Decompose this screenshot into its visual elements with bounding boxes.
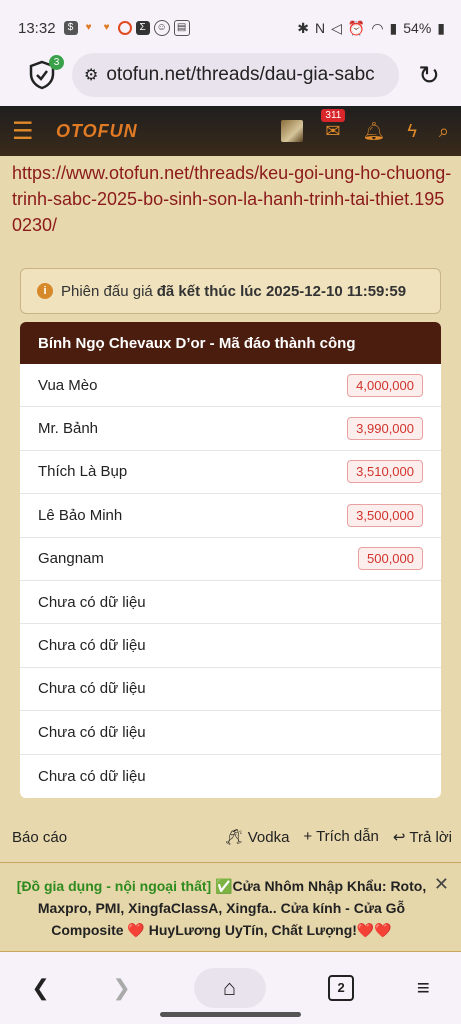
- bidder-name: Thích Là Bụp: [38, 463, 128, 481]
- bolt-icon[interactable]: ϟ: [407, 121, 417, 142]
- wifi-icon: ◠: [371, 19, 384, 36]
- table-row: Mr. Bảnh 3,990,000: [20, 407, 441, 451]
- table-row: Chưa có dữ liệu: [20, 624, 441, 668]
- quote-button[interactable]: + Trích dẫn: [303, 828, 378, 846]
- like-label: Vodka: [247, 829, 290, 846]
- url-bar[interactable]: ⚙ otofun.net/threads/dau-gia-sabc: [72, 53, 399, 97]
- back-icon[interactable]: ❮: [31, 975, 49, 1001]
- site-header: ☰ OTOFUN 311 ✉ 🔔︎ ϟ ⌕: [0, 106, 461, 156]
- reply-icon: ↩: [392, 829, 406, 846]
- table-row: Chưa có dữ liệu: [20, 711, 441, 755]
- bidder-name: Chưa có dữ liệu: [38, 723, 146, 741]
- site-logo[interactable]: OTOFUN: [56, 121, 138, 142]
- battery-icon: ▮: [437, 19, 445, 36]
- bidder-name: Chưa có dữ liệu: [38, 593, 146, 611]
- thread-link[interactable]: https://www.otofun.net/threads/keu-goi-u…: [12, 160, 452, 238]
- bidder-name: Chưa có dữ liệu: [38, 637, 146, 655]
- table-row: Chưa có dữ liệu: [20, 581, 441, 625]
- notification-badge: 311: [321, 108, 346, 122]
- nfc-icon: N: [314, 20, 326, 36]
- bidder-name: Chưa có dữ liệu: [38, 680, 146, 698]
- info-icon: i: [37, 283, 53, 299]
- reload-button[interactable]: ↻: [409, 60, 449, 91]
- signal-icon: ▮: [389, 19, 398, 36]
- site-settings-icon[interactable]: ⚙: [84, 65, 98, 85]
- gesture-bar: [160, 1012, 301, 1017]
- menu-icon[interactable]: ☰: [12, 117, 38, 146]
- inbox-icon: ✉: [325, 120, 341, 141]
- bell-icon[interactable]: 🔔︎: [363, 121, 386, 142]
- bid-amount: 3,510,000: [347, 460, 423, 484]
- bidder-name: Lê Bảo Minh: [38, 506, 123, 524]
- status-time: 13:32: [18, 19, 56, 37]
- ad-banner[interactable]: ✕ [Đồ gia dụng - nội ngoại thất] ✅Cửa Nh…: [0, 862, 461, 952]
- mute-icon: ◁: [331, 19, 342, 36]
- bid-amount: 3,500,000: [347, 503, 423, 527]
- bidder-name: Mr. Bảnh: [38, 420, 99, 438]
- shield-badge: 3: [49, 55, 64, 70]
- forward-icon[interactable]: ❯: [112, 975, 130, 1001]
- bidder-name: Gangnam: [38, 550, 104, 568]
- like-button[interactable]: 🥂︎ Vodka: [224, 828, 289, 846]
- inbox-button[interactable]: 311 ✉: [321, 108, 346, 142]
- search-icon[interactable]: ⌕: [439, 121, 449, 142]
- circle-app-icon: [117, 21, 132, 35]
- browser-toolbar: 3 ⚙ otofun.net/threads/dau-gia-sabc ↻: [0, 44, 461, 106]
- report-link[interactable]: Báo cáo: [12, 829, 67, 846]
- sigma-icon: Σ: [135, 21, 150, 35]
- menu-icon[interactable]: ≡: [417, 975, 430, 1001]
- home-icon: ⌂: [222, 975, 237, 1000]
- bidder-name: Vua Mèo: [38, 376, 98, 394]
- alarm-icon: ⏰: [347, 19, 366, 36]
- notice-end-time: đã kết thúc lúc 2025-12-10 11:59:59: [156, 282, 407, 300]
- auction-notice: i Phiên đấu giá đã kết thúc lúc 2025-12-…: [20, 268, 441, 314]
- table-row: Lê Bảo Minh 3,500,000: [20, 494, 441, 538]
- cheers-icon: 🥂︎: [224, 829, 244, 846]
- bid-amount: 4,000,000: [347, 373, 423, 397]
- calendar-icon: ▤: [173, 20, 190, 36]
- bid-table: Bính Ngọ Chevaux D’or - Mã đáo thành côn…: [20, 322, 441, 798]
- url-text: otofun.net/threads/dau-gia-sabc: [106, 64, 375, 85]
- table-row: Chưa có dữ liệu: [20, 755, 441, 798]
- accessibility-icon: ☺: [153, 20, 170, 36]
- reply-button[interactable]: ↩ Trả lời: [393, 828, 452, 846]
- table-row: Vua Mèo 4,000,000: [20, 364, 441, 408]
- reply-label: Trả lời: [409, 829, 452, 846]
- shopee-icon: ♥: [85, 22, 92, 33]
- table-row: Gangnam 500,000: [20, 538, 441, 581]
- bid-table-title: Bính Ngọ Chevaux D’or - Mã đáo thành côn…: [20, 322, 441, 364]
- ad-category: [Đồ gia dụng - nội ngoại thất]: [16, 878, 212, 894]
- battery-percent: 54%: [403, 20, 432, 36]
- table-row: Thích Là Bụp 3,510,000: [20, 451, 441, 495]
- notice-prefix: Phiên đấu giá: [61, 282, 153, 300]
- bid-amount: 500,000: [358, 547, 423, 571]
- reload-icon: ↻: [418, 59, 440, 90]
- table-row: Chưa có dữ liệu: [20, 668, 441, 712]
- shopee-icon: ♥: [103, 22, 110, 33]
- bluetooth-icon: ✱: [297, 19, 309, 36]
- bid-amount: 3,990,000: [347, 417, 423, 441]
- post-actions: Báo cáo 🥂︎ Vodka + Trích dẫn ↩ Trả lời: [12, 828, 452, 846]
- close-icon[interactable]: ✕: [434, 873, 449, 895]
- user-avatar[interactable]: [281, 120, 304, 142]
- bidder-name: Chưa có dữ liệu: [38, 767, 146, 785]
- home-button[interactable]: ⌂: [193, 968, 266, 1008]
- privacy-shield-button[interactable]: 3: [26, 55, 64, 91]
- app-notification-icon: $: [63, 21, 78, 35]
- tabs-button[interactable]: 2: [328, 975, 355, 1001]
